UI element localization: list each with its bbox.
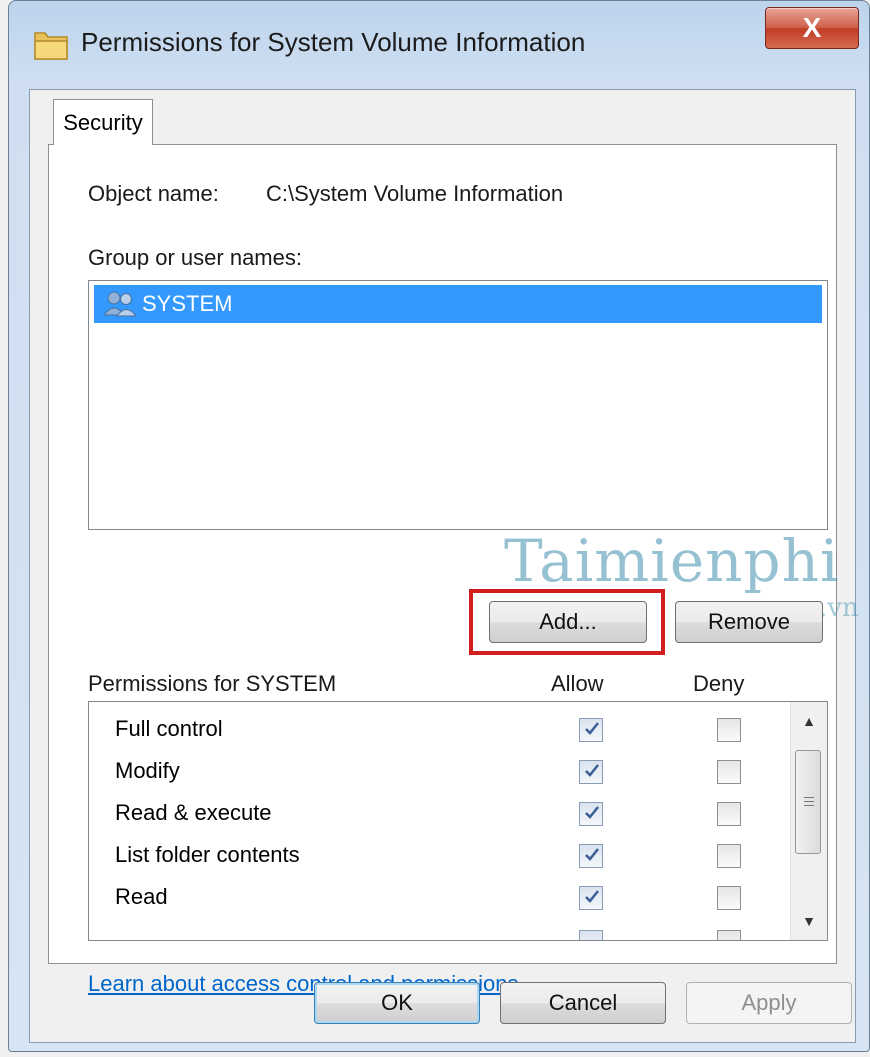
dialog-client-area: Security Object name: C:\System Volume I… (29, 89, 859, 1043)
ok-button[interactable]: OK (314, 982, 480, 1024)
tab-security[interactable]: Security (53, 99, 153, 145)
permission-name: Modify (115, 758, 180, 783)
object-name-label: Object name: (88, 181, 219, 206)
group-user-names-label: Group or user names: (88, 245, 302, 270)
permissions-scrollbar[interactable]: ▲ ▼ (790, 702, 827, 940)
security-tab-panel: Object name: C:\System Volume Informatio… (48, 144, 859, 996)
group-user-listbox[interactable]: SYSTEM (88, 280, 828, 530)
close-icon: X (802, 12, 822, 43)
window-title: Permissions for System Volume Informatio… (81, 27, 586, 57)
permissions-dialog: Permissions for System Volume Informatio… (8, 0, 870, 1052)
allow-checkbox[interactable] (579, 718, 603, 742)
permissions-list: Full control Modify Read & execute List … (88, 701, 828, 941)
scrollbar-thumb[interactable] (795, 750, 821, 854)
watermark-logo: Taimienphi (504, 527, 840, 595)
check-icon (585, 890, 599, 903)
check-icon (585, 764, 599, 777)
users-icon (103, 291, 138, 317)
scroll-up-icon[interactable]: ▲ (791, 704, 827, 738)
add-button[interactable]: Add... (489, 601, 647, 643)
deny-checkbox[interactable] (717, 930, 741, 940)
grip-line (804, 797, 814, 798)
permission-name: Read & execute (115, 800, 272, 825)
deny-checkbox[interactable] (717, 718, 741, 742)
table-row: Full control (89, 710, 779, 750)
scroll-down-icon[interactable]: ▼ (791, 904, 827, 938)
deny-checkbox[interactable] (717, 802, 741, 826)
title-bar[interactable]: Permissions for System Volume Informatio… (9, 1, 869, 89)
close-button[interactable]: X (765, 7, 859, 49)
table-row (89, 922, 779, 940)
grip-line (804, 801, 814, 802)
cancel-button[interactable]: Cancel (500, 982, 666, 1024)
table-row: Read & execute (89, 794, 779, 834)
list-item[interactable]: SYSTEM (94, 285, 822, 323)
permission-name: List folder contents (115, 842, 300, 867)
allow-checkbox[interactable] (579, 886, 603, 910)
allow-checkbox[interactable] (579, 802, 603, 826)
object-name-value: C:\System Volume Information (266, 181, 564, 206)
table-row: Modify (89, 752, 779, 792)
allow-checkbox[interactable] (579, 930, 603, 940)
permission-name: Read (115, 884, 168, 909)
remove-button[interactable]: Remove (675, 601, 823, 643)
table-row: Read (89, 878, 779, 918)
table-row: List folder contents (89, 836, 779, 876)
permission-name: Full control (115, 716, 223, 741)
deny-checkbox[interactable] (717, 760, 741, 784)
check-icon (585, 722, 599, 735)
list-item-label: SYSTEM (142, 291, 233, 316)
permissions-label: Permissions for SYSTEM (88, 671, 337, 696)
allow-checkbox[interactable] (579, 844, 603, 868)
folder-icon (34, 32, 68, 60)
check-icon (585, 848, 599, 861)
allow-checkbox[interactable] (579, 760, 603, 784)
apply-button[interactable]: Apply (686, 982, 852, 1024)
deny-column-header: Deny (693, 671, 745, 696)
grip-line (804, 805, 814, 806)
allow-column-header: Allow (551, 671, 604, 696)
deny-checkbox[interactable] (717, 844, 741, 868)
watermark-logo-suffix: .vn (819, 593, 859, 623)
check-icon (585, 806, 599, 819)
deny-checkbox[interactable] (717, 886, 741, 910)
